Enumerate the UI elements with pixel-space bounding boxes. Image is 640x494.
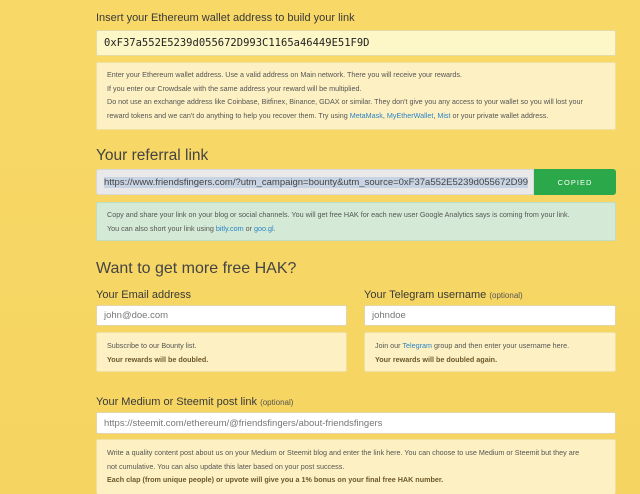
wallet-note: Enter your Ethereum wallet address. Use … [96, 62, 616, 130]
wallet-note-line4-suffix: or your private wallet address. [452, 110, 549, 120]
telegram-username-field[interactable]: johndoe [364, 305, 616, 326]
post-link-placeholder: https://steemit.com/ethereum/@friendsfin… [104, 417, 383, 429]
wallet-note-line4: reward tokens and we can't do anything t… [107, 109, 605, 123]
referral-note-line2: You can also short your link using bitly… [107, 222, 605, 236]
or-text: or [245, 223, 253, 233]
referral-title: Your referral link [96, 147, 209, 164]
post-link-label-text: Your Medium or Steemit post link [96, 396, 257, 408]
metamask-link[interactable]: MetaMask [350, 111, 383, 120]
post-note-line2: not cumulative. You can also update this… [107, 461, 345, 471]
email-field[interactable]: john@doe.com [96, 305, 347, 326]
separator: , [382, 110, 385, 120]
post-note-line1: Write a quality content post about us on… [107, 448, 580, 457]
telegram-placeholder: johndoe [372, 310, 406, 321]
period: . [273, 223, 276, 233]
referral-note-line2-prefix: You can also short your link using [107, 223, 214, 233]
email-label: Your Email address [96, 289, 191, 301]
wallet-label: Insert your Ethereum wallet address to b… [96, 12, 355, 24]
more-hak-title: Want to get more free HAK? [96, 260, 297, 277]
wallet-note-line4-prefix: reward tokens and we can't do anything t… [107, 110, 348, 120]
post-link-optional: (optional) [260, 398, 294, 407]
referral-note: Copy and share your link on your blog or… [96, 202, 616, 241]
post-link-field[interactable]: https://steemit.com/ethereum/@friendsfin… [96, 412, 616, 434]
post-link-label: Your Medium or Steemit post link (option… [96, 396, 293, 408]
telegram-note: Join our Telegram group and then enter y… [364, 332, 616, 372]
separator: , [433, 110, 436, 120]
telegram-label: Your Telegram username (optional) [364, 289, 523, 301]
bitly-link[interactable]: bitly.com [216, 224, 244, 233]
wallet-address-value: 0xF37a552E5239d055672D993C1165a46449E51F… [104, 37, 370, 49]
wallet-note-line3: Do not use an exchange address like Coin… [107, 97, 583, 106]
myetherwallet-link[interactable]: MyEtherWallet [387, 111, 433, 120]
telegram-label-text: Your Telegram username [364, 289, 487, 301]
post-note-line3: Each clap (from unique people) or upvote… [107, 475, 444, 484]
telegram-note-suffix: group and then enter your username here. [434, 341, 570, 350]
telegram-note-line1: Join our Telegram group and then enter y… [375, 339, 605, 353]
referral-link-value: https://www.friendsfingers.com/?utm_camp… [104, 176, 529, 188]
post-note: Write a quality content post about us on… [96, 439, 616, 494]
telegram-link[interactable]: Telegram [402, 341, 432, 350]
googl-link[interactable]: goo.gl [254, 224, 274, 233]
email-note-line1: Subscribe to our Bounty list. [107, 341, 197, 350]
wallet-address-input[interactable]: 0xF37a552E5239d055672D993C1165a46449E51F… [96, 30, 616, 56]
email-note-line2: Your rewards will be doubled. [107, 354, 209, 364]
wallet-note-line1: Enter your Ethereum wallet address. Use … [107, 70, 463, 79]
telegram-optional: (optional) [489, 291, 523, 300]
wallet-note-line2: If you enter our Crowdsale with the same… [107, 83, 362, 93]
referral-note-line1: Copy and share your link on your blog or… [107, 210, 570, 219]
copied-button[interactable]: COPIED [534, 169, 616, 195]
mist-link[interactable]: Mist [437, 111, 450, 120]
email-placeholder: john@doe.com [104, 310, 169, 321]
telegram-note-line2: Your rewards will be doubled again. [375, 354, 498, 364]
telegram-note-prefix: Join our [375, 341, 401, 350]
email-note: Subscribe to our Bounty list. Your rewar… [96, 332, 347, 372]
referral-link-input[interactable]: https://www.friendsfingers.com/?utm_camp… [96, 169, 534, 195]
